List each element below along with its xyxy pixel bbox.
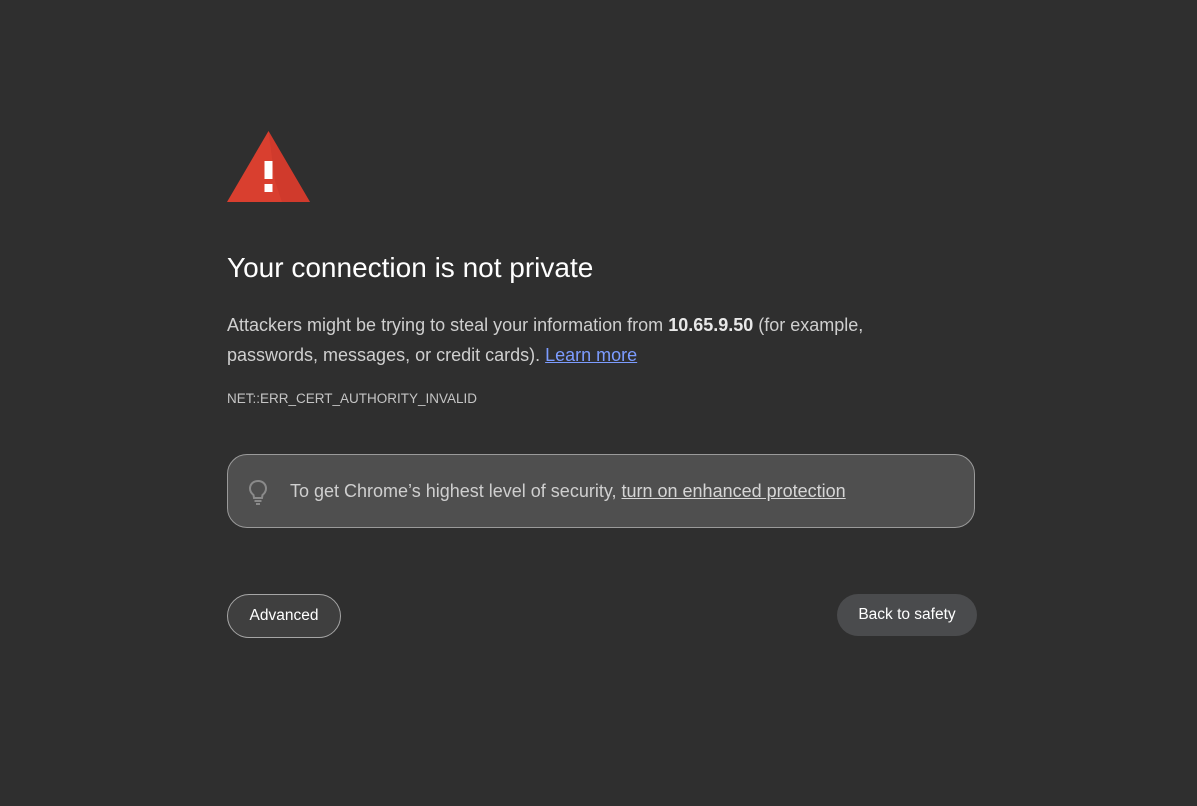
host-address: 10.65.9.50 [668,315,754,335]
page-title: Your connection is not private [227,252,594,283]
lightbulb-icon [248,479,268,505]
enhanced-protection-banner: To get Chrome’s highest level of securit… [227,454,975,528]
enhanced-protection-message: To get Chrome’s highest level of securit… [290,481,846,502]
warning-triangle-icon [227,131,310,202]
description-text: Attackers might be trying to steal your … [227,315,669,335]
error-description: Attackers might be trying to steal your … [227,310,927,370]
advanced-button[interactable]: Advanced [227,594,341,638]
error-code: NET::ERR_CERT_AUTHORITY_INVALID [227,391,478,406]
enhanced-protection-text: To get Chrome’s highest level of securit… [290,481,622,501]
interstitial-page: Your connection is not private Attackers… [0,0,1197,806]
enhanced-protection-link[interactable]: turn on enhanced protection [622,481,846,501]
learn-more-link[interactable]: Learn more [545,345,637,365]
back-to-safety-button[interactable]: Back to safety [837,594,977,636]
